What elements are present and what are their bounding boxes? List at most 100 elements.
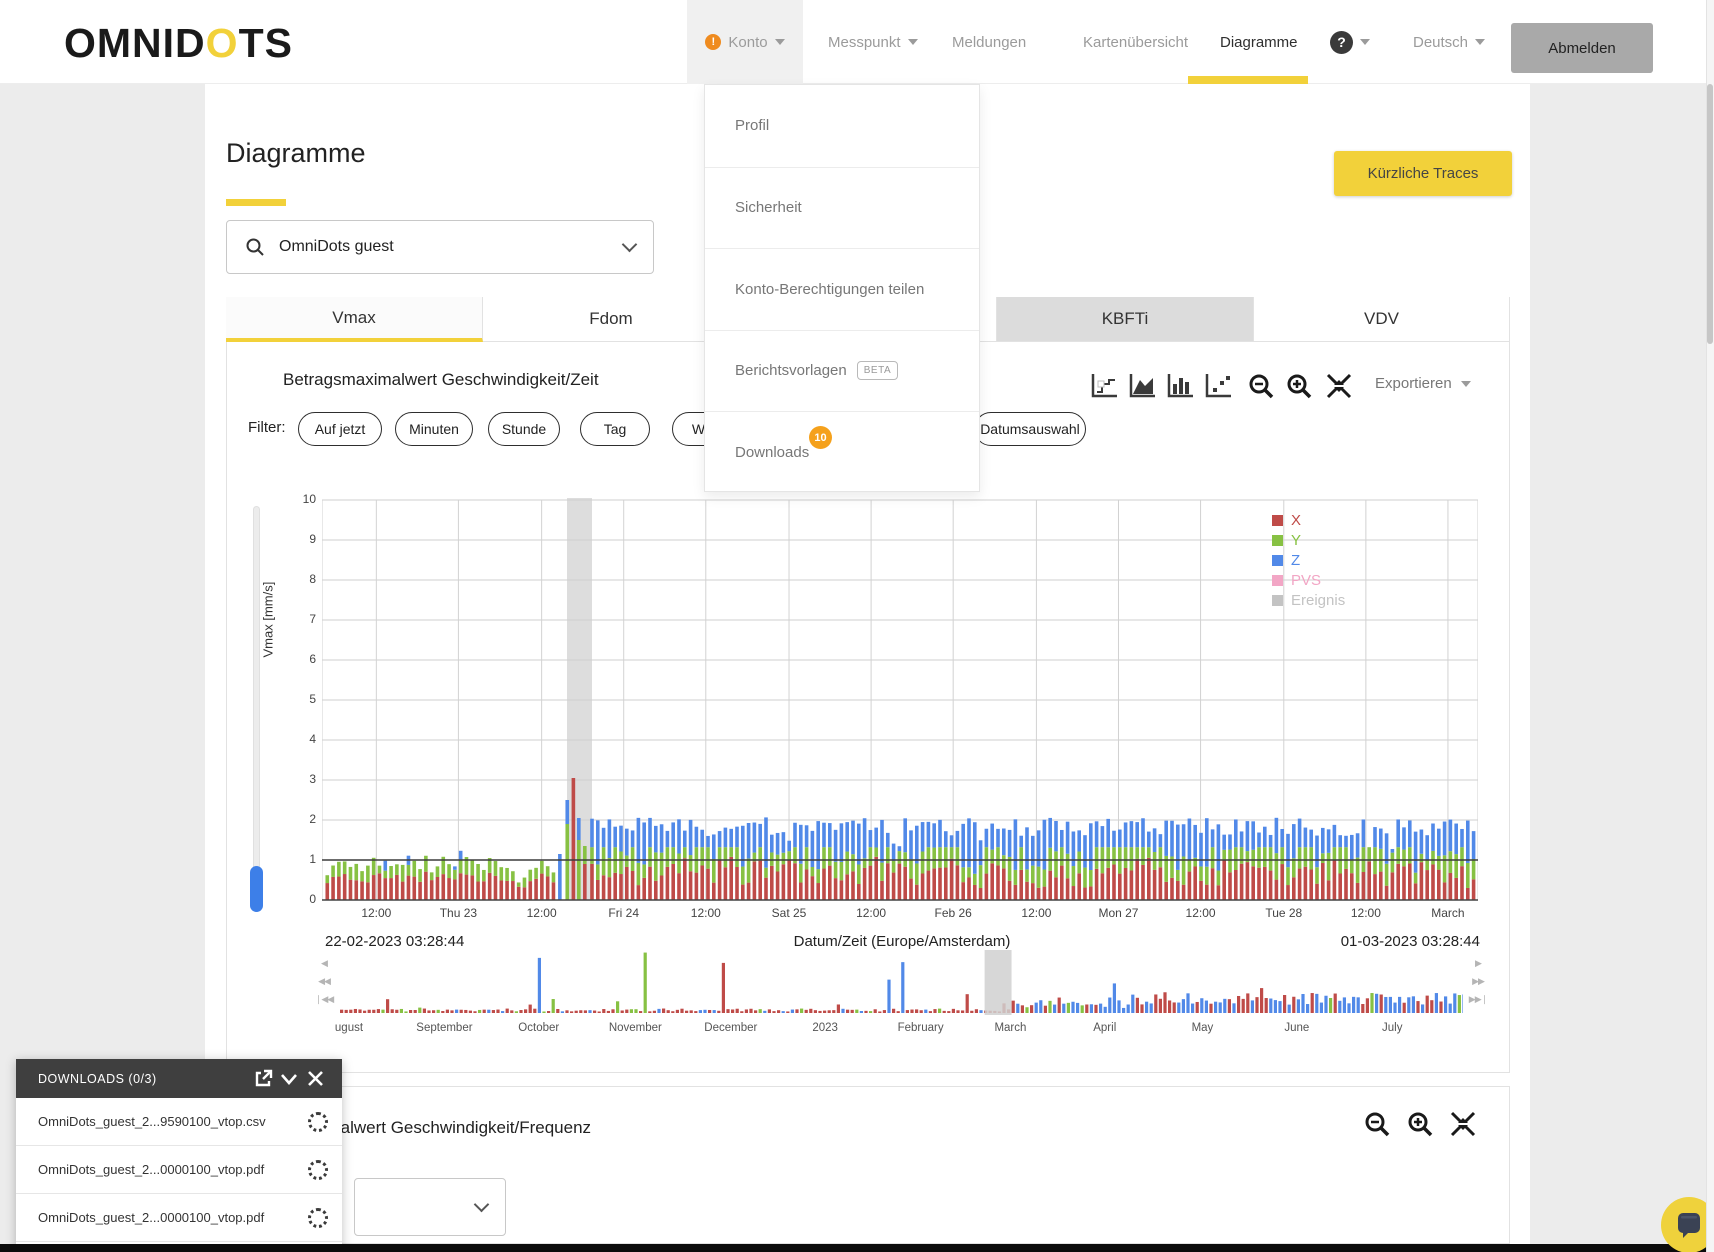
minimap-month-label: November <box>609 1022 662 1034</box>
overview-minimap[interactable] <box>340 950 1463 1015</box>
zoom-in-icon[interactable] <box>1405 1110 1435 1138</box>
minimap-month-label: October <box>518 1022 559 1034</box>
y-tick-label: 3 <box>288 772 316 786</box>
chevron-down-icon <box>775 39 785 45</box>
filter-minuten[interactable]: Minuten <box>395 412 473 446</box>
filter-stunde[interactable]: Stunde <box>488 412 560 446</box>
x-tick-label: 12:00 <box>856 906 886 920</box>
scrollbar-thumb[interactable] <box>1707 84 1713 344</box>
y-zoom-slider-handle[interactable] <box>250 866 263 912</box>
y-tick-label: 0 <box>288 892 316 906</box>
minimap-pan-left-controls[interactable]: ◀◀◀❘◀◀ <box>312 954 336 1008</box>
legend-swatch <box>1272 555 1283 566</box>
minimap-month-label: September <box>416 1022 472 1034</box>
tab-vdv[interactable]: VDV <box>1254 297 1510 342</box>
range-start-label: 22-02-2023 03:28:44 <box>325 933 464 950</box>
omnidots-logo[interactable]: OMNIDOTS <box>64 20 293 67</box>
download-row[interactable]: OmniDots_guest_2...0000100_vtop.pdf <box>16 1146 342 1194</box>
chevron-down-icon <box>474 1196 490 1212</box>
nav-item-help[interactable]: ? <box>1330 0 1370 84</box>
tab-fdom[interactable]: Fdom <box>483 297 740 342</box>
downloads-panel-title: DOWNLOADS (0/3) <box>38 1072 250 1086</box>
minimap-month-label: April <box>1093 1022 1116 1034</box>
y-tick-label: 2 <box>288 812 316 826</box>
nav-item-diagramme[interactable]: Diagramme <box>1220 0 1298 84</box>
chevron-down-icon <box>1360 39 1370 45</box>
zoom-in-icon[interactable] <box>1284 372 1314 400</box>
nav-item-konto[interactable]: ! Konto <box>687 0 803 84</box>
filter-auf-jetzt[interactable]: Auf jetzt <box>298 412 382 446</box>
x-tick-label: Sat 25 <box>772 906 807 920</box>
download-row[interactable]: OmniDots_guest_2...0000100_vtop.pdf <box>16 1194 342 1242</box>
frequency-select[interactable] <box>354 1178 506 1236</box>
menu-item-downloads[interactable]: Downloads 10 <box>705 411 979 493</box>
area-chart-icon[interactable] <box>1127 372 1157 400</box>
chat-bubble-icon <box>1674 1210 1704 1240</box>
download-row[interactable]: OmniDots_guest_2...9590100_vtop.csv <box>16 1098 342 1146</box>
x-tick-label: 12:00 <box>1021 906 1051 920</box>
download-filename: OmniDots_guest_2...0000100_vtop.pdf <box>38 1162 308 1177</box>
chart-legend: XYZPVSEreignis <box>1272 510 1345 610</box>
menu-item-konto-berechtigungen[interactable]: Konto-Berechtigungen teilen <box>705 248 979 330</box>
x-tick-label: Feb 26 <box>934 906 971 920</box>
chevron-down-icon <box>908 39 918 45</box>
scatter-chart-icon[interactable] <box>1203 372 1233 400</box>
collapse-panel-icon[interactable] <box>276 1069 302 1089</box>
bottom-edge-bar <box>0 1244 1714 1252</box>
x-tick-label: 12:00 <box>1351 906 1381 920</box>
minimap-pan-right-controls[interactable]: ▶▶▶▶▶❘ <box>1466 954 1490 1008</box>
legend-swatch <box>1272 515 1283 526</box>
spinner-icon <box>308 1112 328 1132</box>
nav-konto-label: Konto <box>728 34 767 51</box>
filter-datumsauswahl[interactable]: Datumsauswahl <box>974 412 1086 446</box>
title-accent-bar <box>226 199 286 206</box>
legend-item-pvs[interactable]: PVS <box>1272 570 1345 590</box>
step-chart-icon[interactable] <box>1089 372 1119 400</box>
menu-item-berichtsvorlagen[interactable]: Berichtsvorlagen BETA <box>705 330 979 412</box>
y-zoom-slider-track[interactable] <box>253 506 260 912</box>
close-panel-icon[interactable] <box>302 1069 328 1089</box>
zoom-out-icon[interactable] <box>1246 372 1276 400</box>
minimap-month-label: ugust <box>335 1022 363 1034</box>
vmax-section-title: Betragsmaximalwert Geschwindigkeit/Zeit <box>283 370 599 390</box>
filter-tag[interactable]: Tag <box>580 412 650 446</box>
legend-label: Y <box>1291 532 1301 549</box>
measurepoint-select[interactable]: OmniDots guest <box>226 220 654 274</box>
tab-vmax[interactable]: Vmax <box>226 297 483 342</box>
legend-swatch <box>1272 595 1283 606</box>
legend-label: X <box>1291 512 1301 529</box>
menu-item-profil[interactable]: Profil <box>705 85 979 167</box>
help-icon: ? <box>1330 31 1353 54</box>
y-tick-label: 5 <box>288 692 316 706</box>
reset-zoom-icon[interactable] <box>1324 372 1354 400</box>
tab-kbfti[interactable]: KBFTi <box>997 297 1254 342</box>
y-tick-label: 4 <box>288 732 316 746</box>
nav-item-kartenuebersicht[interactable]: Kartenübersicht <box>1083 0 1188 84</box>
minimap-month-label: May <box>1192 1022 1214 1034</box>
x-tick-label: Mon 27 <box>1098 906 1138 920</box>
page-title: Diagramme <box>226 138 366 169</box>
active-nav-underline <box>1188 76 1308 84</box>
nav-item-messpunkt[interactable]: Messpunkt <box>828 0 918 84</box>
export-dropdown[interactable]: Exportieren <box>1375 375 1471 392</box>
download-filename: OmniDots_guest_2...9590100_vtop.csv <box>38 1114 308 1129</box>
legend-item-z[interactable]: Z <box>1272 550 1345 570</box>
legend-item-y[interactable]: Y <box>1272 530 1345 550</box>
legend-item-x[interactable]: X <box>1272 510 1345 530</box>
nav-item-language[interactable]: Deutsch <box>1413 0 1485 84</box>
bar-chart-icon[interactable] <box>1165 372 1195 400</box>
logout-button[interactable]: Abmelden <box>1511 23 1653 73</box>
reset-zoom-icon[interactable] <box>1448 1110 1478 1138</box>
nav-item-meldungen[interactable]: Meldungen <box>952 0 1026 84</box>
y-tick-label: 8 <box>288 572 316 586</box>
zoom-out-icon[interactable] <box>1362 1110 1392 1138</box>
legend-item-ereignis[interactable]: Ereignis <box>1272 590 1345 610</box>
menu-item-sicherheit[interactable]: Sicherheit <box>705 167 979 249</box>
legend-label: Z <box>1291 552 1300 569</box>
range-end-label: 01-03-2023 03:28:44 <box>1200 933 1480 950</box>
search-icon <box>245 237 265 257</box>
recent-traces-button[interactable]: Kürzliche Traces <box>1334 151 1512 196</box>
downloads-panel-header: DOWNLOADS (0/3) <box>16 1059 342 1098</box>
open-downloads-page-icon[interactable] <box>250 1069 276 1089</box>
chevron-down-icon <box>1475 39 1485 45</box>
